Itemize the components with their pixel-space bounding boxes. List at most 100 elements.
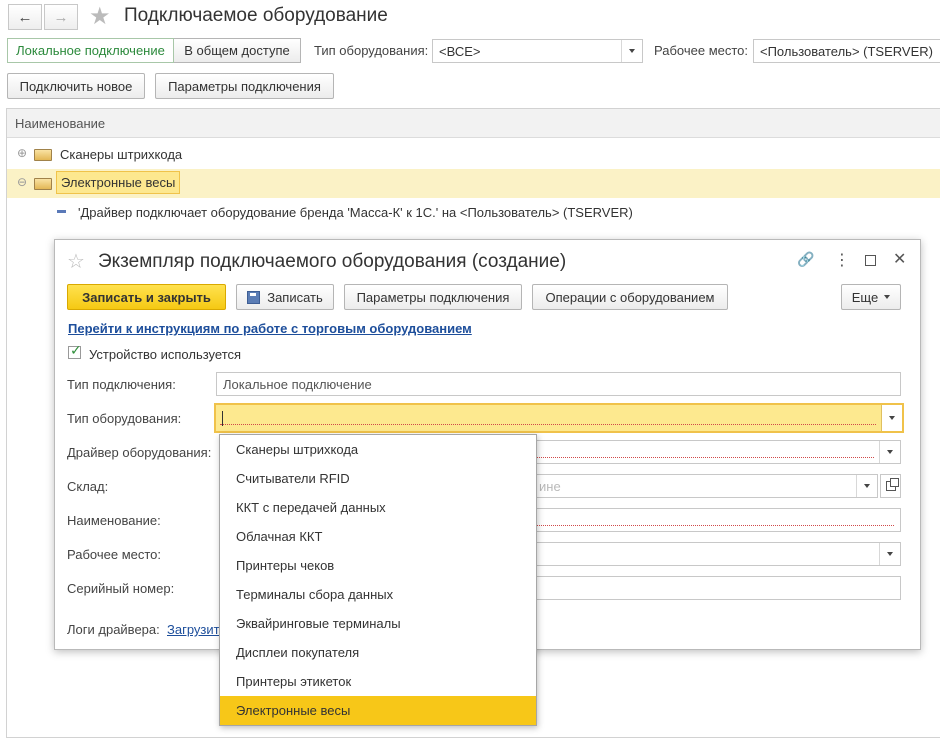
item-label: Эквайринговые терминалы [236,616,401,631]
button-label: Параметры подключения [356,289,510,305]
button-label: Еще [851,289,879,305]
maximize-icon[interactable] [865,255,876,266]
dropdown-item-cloud-kkt[interactable]: Облачная ККТ [220,522,536,551]
tab-label: Локальное подключение [16,43,165,58]
row-label: Сканеры штрихкода [60,147,183,162]
chevron-down-icon[interactable] [621,40,642,62]
item-label: Сканеры штрихкода [236,442,359,457]
dropdown-item-rfid-readers[interactable]: Считыватели RFID [220,464,536,493]
required-underline [533,457,874,458]
workplace-field[interactable] [533,542,901,566]
equipment-operations-button[interactable]: Операции с оборудованием [532,284,728,310]
required-underline [533,525,894,526]
item-marker-icon [57,210,66,213]
item-label: Облачная ККТ [236,529,323,544]
chevron-down-icon [884,295,891,299]
workplace-filter-input[interactable]: <Пользователь> (TSERVER) [753,39,940,63]
more-button[interactable]: Еще [841,284,901,310]
button-label: Операции с оборудованием [545,289,715,305]
item-label: Считыватели RFID [236,471,350,486]
chevron-down-icon[interactable] [879,441,900,463]
connection-type-value: Локальное подключение [223,376,372,392]
link-icon[interactable]: 🔗 [797,251,814,268]
more-vertical-icon[interactable]: ⋮ [834,250,850,270]
dropdown-item-electronic-scales[interactable]: Электронные весы [220,696,536,725]
item-label: ККТ с передачей данных [236,500,386,515]
chevron-down-icon[interactable] [881,405,902,431]
tab-shared-access[interactable]: В общем доступе [174,38,301,63]
list-row-item[interactable]: 'Драйвер подключает оборудование бренда … [7,198,940,227]
arrow-right-icon: → [53,8,69,26]
dropdown-item-label-printers[interactable]: Принтеры этикеток [220,667,536,696]
checkmark-icon: ✓ [70,342,82,358]
collapse-minus-icon[interactable]: ⊖ [17,175,27,189]
dialog-connection-params-button[interactable]: Параметры подключения [344,284,522,310]
list-header: Наименование [7,109,940,138]
equipment-type-filter-value: <ВСЕ> [439,43,481,59]
back-button[interactable]: ← [8,4,42,30]
dropdown-item-customer-displays[interactable]: Дисплеи покупателя [220,638,536,667]
folder-icon [34,149,52,161]
list-row-group[interactable]: ⊕ Сканеры штрихкода [7,140,940,169]
item-label: Принтеры этикеток [236,674,352,689]
open-warehouse-button[interactable] [880,474,901,498]
dropdown-item-data-terminals[interactable]: Терминалы сбора данных [220,580,536,609]
name-label: Наименование: [67,513,161,528]
button-label: Параметры подключения [168,78,321,94]
row-label: Электронные весы [56,171,181,194]
connection-params-button[interactable]: Параметры подключения [155,73,334,99]
folder-icon [34,178,52,190]
connect-new-button[interactable]: Подключить новое [7,73,145,99]
floppy-disk-icon [247,290,261,304]
button-label: Записать [267,289,323,305]
warehouse-placeholder: ине [539,478,561,494]
connection-type-field[interactable]: Локальное подключение [216,372,901,396]
device-used-checkbox[interactable]: ✓ [68,342,82,359]
driver-logs-label: Логи драйвера: [67,622,160,637]
expand-plus-icon[interactable]: ⊕ [17,146,27,160]
dropdown-item-receipt-printers[interactable]: Принтеры чеков [220,551,536,580]
tab-local-connection[interactable]: Локальное подключение [7,38,174,63]
item-label: Терминалы сбора данных [236,587,394,602]
name-field[interactable] [533,508,901,532]
item-label: Принтеры чеков [236,558,335,573]
equipment-type-filter-select[interactable]: <ВСЕ> [432,39,643,63]
list-row-group-selected[interactable]: ⊖ Электронные весы [7,169,940,198]
dropdown-item-kkt-data[interactable]: ККТ с передачей данных [220,493,536,522]
close-icon[interactable]: ✕ [893,249,906,269]
dialog-title: Экземпляр подключаемого оборудования (со… [98,251,567,272]
open-window-icon [885,478,899,491]
page-title: Подключаемое оборудование [124,5,388,26]
workplace-filter-label: Рабочее место: [654,43,749,58]
equipment-type-filter-label: Тип оборудования: [314,43,429,58]
save-and-close-button[interactable]: Записать и закрыть [67,284,226,310]
warehouse-label: Склад: [67,479,109,494]
serial-number-label: Серийный номер: [67,581,175,596]
dropdown-item-acquiring-terminals[interactable]: Эквайринговые терминалы [220,609,536,638]
tab-label: В общем доступе [184,43,290,58]
driver-label: Драйвер оборудования: [67,445,212,460]
equipment-type-label: Тип оборудования: [67,411,182,426]
favorite-star-icon[interactable]: ☆ [67,249,85,274]
driver-field[interactable] [533,440,901,464]
chevron-down-icon[interactable] [856,475,877,497]
forward-button[interactable]: → [44,4,78,30]
item-label: Дисплеи покупателя [236,645,360,660]
workplace-filter-value: <Пользователь> (TSERVER) [760,43,933,59]
equipment-type-dropdown: Сканеры штрихкода Считыватели RFID ККТ с… [219,434,537,726]
column-header-name: Наименование [15,116,106,131]
button-label: Записать и закрыть [82,289,211,305]
load-logs-link[interactable]: Загрузит [167,622,220,637]
warehouse-field[interactable]: ине [533,474,878,498]
equipment-type-input[interactable] [214,403,904,433]
serial-number-field[interactable] [533,576,901,600]
row-label: 'Драйвер подключает оборудование бренда … [78,205,633,220]
save-button[interactable]: Записать [236,284,334,310]
item-label: Электронные весы [236,703,351,718]
dropdown-item-barcode-scanners[interactable]: Сканеры штрихкода [220,435,536,464]
workplace-label: Рабочее место: [67,547,162,562]
instructions-link[interactable]: Перейти к инструкциям по работе с торгов… [68,321,472,336]
arrow-left-icon: ← [17,8,33,26]
favorite-star-icon[interactable]: ★ [89,2,111,31]
chevron-down-icon[interactable] [879,543,900,565]
